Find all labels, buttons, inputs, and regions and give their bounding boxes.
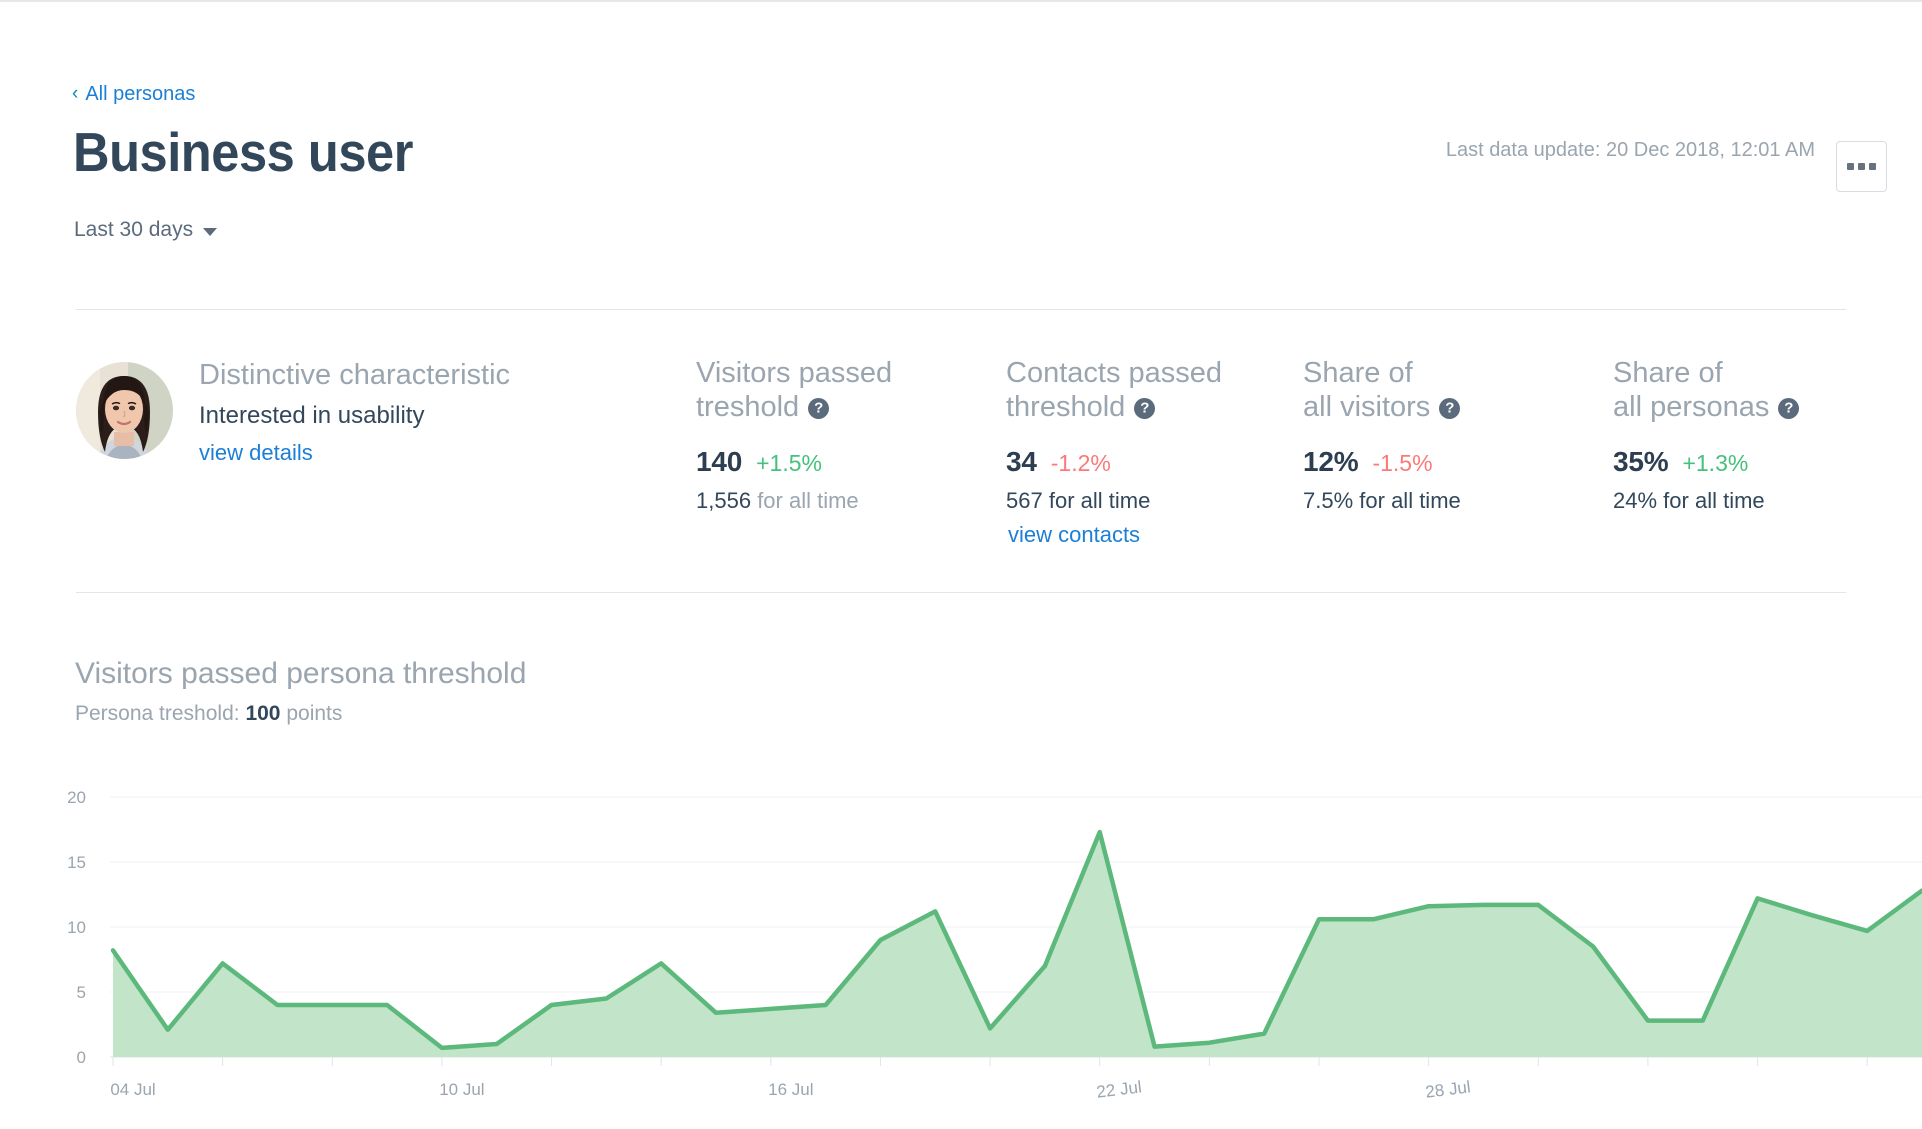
metric-delta: +1.5% xyxy=(756,450,822,477)
distinctive-characteristic-label: Distinctive characteristic xyxy=(199,359,510,393)
metric-title-line2: all visitors xyxy=(1303,391,1430,423)
chart-area-fill xyxy=(113,832,1922,1057)
y-axis-tick: 20 xyxy=(67,788,86,807)
metric-title: Contacts passed threshold? xyxy=(1006,357,1256,424)
metric-delta: +1.3% xyxy=(1682,450,1748,477)
metric-alltime: 567 for all time xyxy=(1006,488,1303,514)
date-range-label: Last 30 days xyxy=(74,218,193,242)
y-axis-tick: 15 xyxy=(67,853,86,872)
metric-values: 140 +1.5% xyxy=(696,446,1006,478)
persona-text: Distinctive characteristic Interested in… xyxy=(199,357,510,466)
persona-summary: Distinctive characteristic Interested in… xyxy=(76,357,696,466)
metric-title-line1: Visitors passed xyxy=(696,357,892,389)
metric-value: 34 xyxy=(1006,446,1037,478)
distinctive-characteristic-value: Interested in usability xyxy=(199,402,510,431)
persona-analytics-page: ‹ All personas Business user Last 30 day… xyxy=(0,0,1922,1127)
visitors-area-chart[interactable]: 0 5 10 15 20 04 Jul 10 Jul 16 Jul 22 Jul 28 Jul xyxy=(0,772,1922,1129)
metric-contacts-passed-threshold: Contacts passed threshold? 34 -1.2% 567 … xyxy=(1006,357,1303,548)
help-icon[interactable]: ? xyxy=(1778,398,1799,419)
metric-alltime-suffix: for all time xyxy=(1359,488,1460,513)
breadcrumb-all-personas[interactable]: ‹ All personas xyxy=(72,84,195,104)
chart-title: Visitors passed persona threshold xyxy=(75,657,526,690)
metric-alltime-suffix: for all time xyxy=(1049,488,1150,513)
metric-alltime: 7.5% for all time xyxy=(1303,488,1613,514)
x-axis-tick: 04 Jul xyxy=(110,1080,155,1099)
metric-alltime-value: 567 xyxy=(1006,488,1043,513)
last-data-update: Last data update: 20 Dec 2018, 12:01 AM xyxy=(1446,139,1815,162)
date-range-selector[interactable]: Last 30 days xyxy=(74,218,217,242)
help-icon[interactable]: ? xyxy=(808,398,829,419)
metric-title-line1: Share of xyxy=(1303,357,1413,389)
y-axis-tick: 0 xyxy=(77,1048,86,1067)
y-axis-tick: 5 xyxy=(77,983,86,1002)
chart-subtitle: Persona treshold: 100 points xyxy=(75,702,526,726)
metric-value: 35% xyxy=(1613,446,1668,478)
metric-alltime-suffix: for all time xyxy=(757,488,858,513)
chart-subtitle-prefix: Persona treshold: xyxy=(75,702,240,725)
metric-alltime-value: 1,556 xyxy=(696,488,751,513)
metric-alltime-value: 7.5% xyxy=(1303,488,1353,513)
x-axis-tick: 28 Jul xyxy=(1424,1077,1471,1101)
metric-value: 140 xyxy=(696,446,742,478)
metric-alltime: 24% for all time xyxy=(1613,488,1913,514)
chart-subtitle-suffix: points xyxy=(286,702,342,725)
metric-title: Share of all visitors? xyxy=(1303,357,1553,424)
metric-value: 12% xyxy=(1303,446,1358,478)
metric-alltime: 1,556 for all time xyxy=(696,488,1006,514)
more-options-button[interactable] xyxy=(1836,141,1887,192)
metric-title-line2: threshold xyxy=(1006,391,1125,423)
breadcrumb-label: All personas xyxy=(85,84,195,104)
metric-title-line2: treshold xyxy=(696,391,799,423)
page-title: Business user xyxy=(73,124,413,182)
metric-title-line2: all personas xyxy=(1613,391,1769,423)
metric-title-line1: Share of xyxy=(1613,357,1723,389)
metric-delta: -1.2% xyxy=(1051,450,1111,477)
stats-row: Distinctive characteristic Interested in… xyxy=(76,357,1872,548)
view-details-link[interactable]: view details xyxy=(199,440,313,466)
metric-values: 12% -1.5% xyxy=(1303,446,1613,478)
chart-subtitle-value: 100 xyxy=(245,702,280,725)
help-icon[interactable]: ? xyxy=(1439,398,1460,419)
chevron-left-icon: ‹ xyxy=(72,84,78,103)
more-options-icon xyxy=(1847,163,1854,170)
metric-values: 35% +1.3% xyxy=(1613,446,1913,478)
more-options-icon xyxy=(1869,163,1876,170)
divider-bottom xyxy=(76,592,1846,593)
x-axis-tick: 16 Jul xyxy=(768,1080,813,1099)
metric-share-of-all-visitors: Share of all visitors? 12% -1.5% 7.5% fo… xyxy=(1303,357,1613,514)
y-axis-tick: 10 xyxy=(67,918,86,937)
help-icon[interactable]: ? xyxy=(1134,398,1155,419)
metric-title-line1: Contacts passed xyxy=(1006,357,1222,389)
metric-title: Visitors passed treshold? xyxy=(696,357,946,424)
x-axis-tick: 10 Jul xyxy=(439,1080,484,1099)
avatar xyxy=(76,362,173,459)
x-axis-tick: 22 Jul xyxy=(1095,1077,1142,1101)
metric-alltime-value: 24% xyxy=(1613,488,1657,513)
chevron-down-icon xyxy=(203,228,217,236)
more-options-icon xyxy=(1858,163,1865,170)
metric-alltime-suffix: for all time xyxy=(1663,488,1764,513)
metric-values: 34 -1.2% xyxy=(1006,446,1303,478)
metric-delta: -1.5% xyxy=(1372,450,1432,477)
metric-title: Share of all personas? xyxy=(1613,357,1863,424)
view-contacts-link[interactable]: view contacts xyxy=(1008,522,1140,548)
metric-visitors-passed-threshold: Visitors passed treshold? 140 +1.5% 1,55… xyxy=(696,357,1006,514)
metric-share-of-all-personas: Share of all personas? 35% +1.3% 24% for… xyxy=(1613,357,1913,514)
chart-header: Visitors passed persona threshold Person… xyxy=(75,657,526,726)
divider-top xyxy=(76,309,1846,310)
